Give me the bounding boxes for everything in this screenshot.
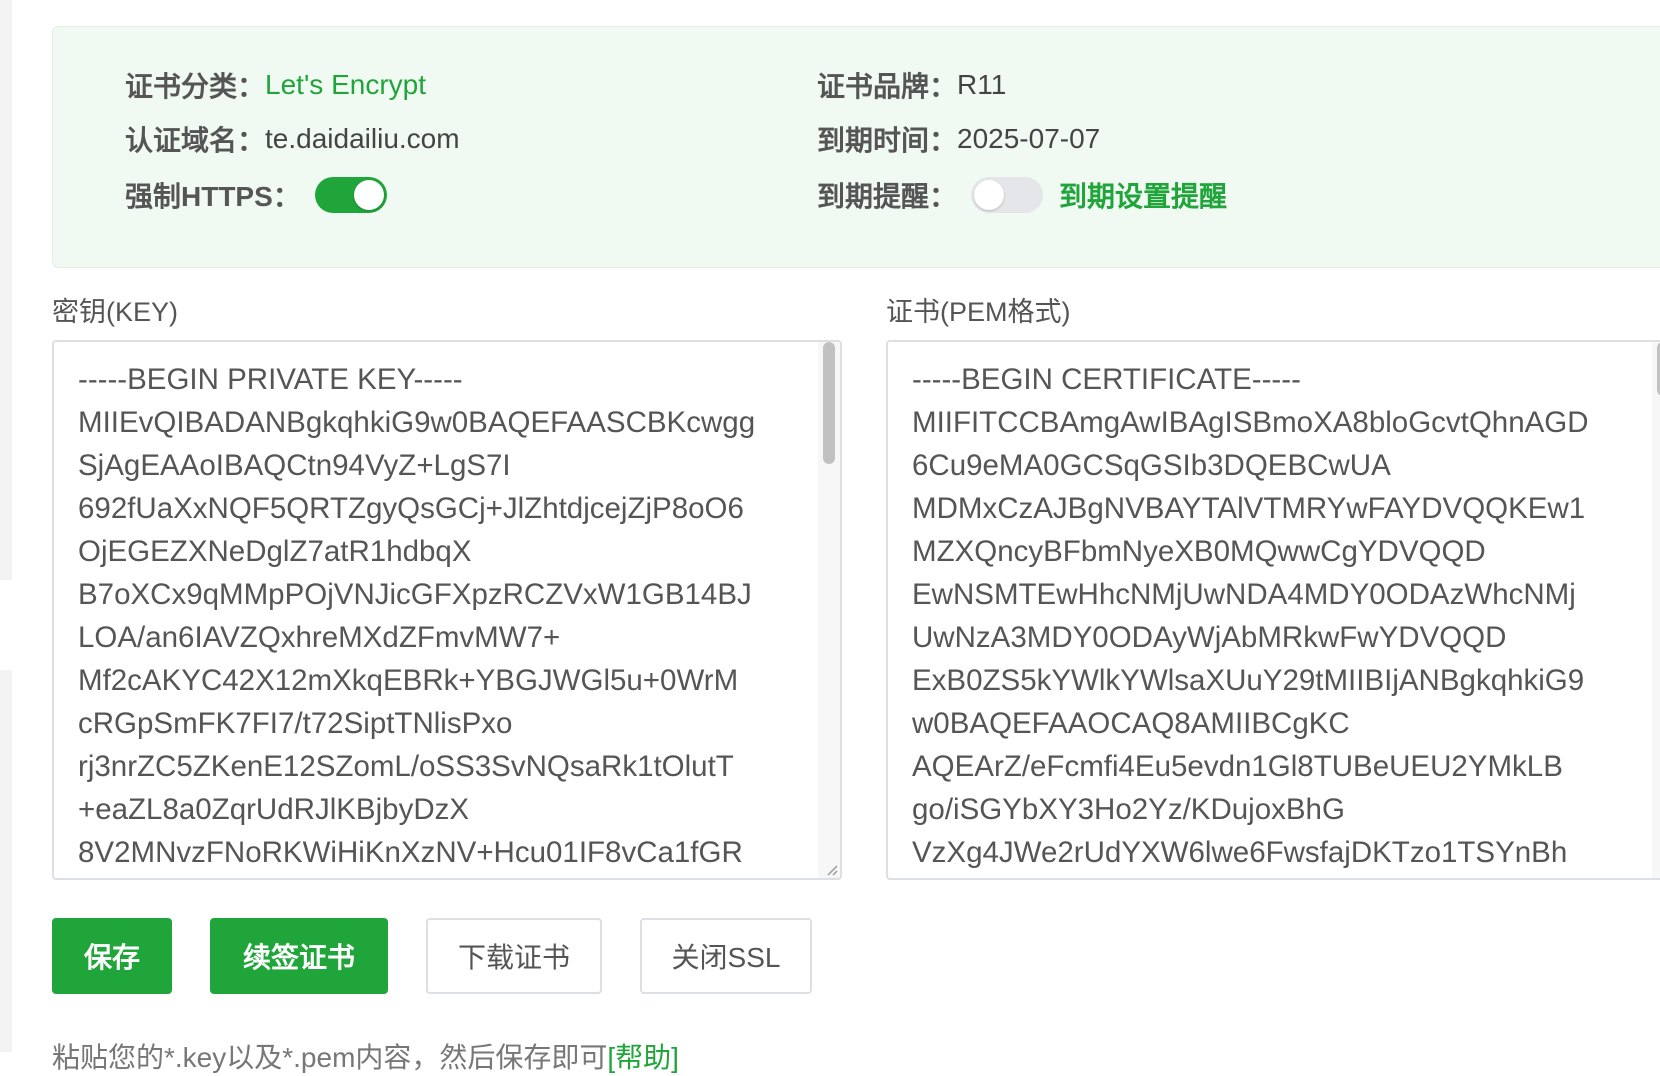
sidebar-edge-gap	[0, 580, 12, 670]
help-link[interactable]: [帮助]	[607, 1042, 679, 1073]
cert-domain-row: 认证域名： te.daidailiu.com	[125, 119, 460, 159]
sidebar-edge	[0, 0, 12, 1052]
cert-brand-value: R11	[957, 69, 1007, 100]
save-button[interactable]: 保存	[52, 918, 172, 994]
close-ssl-button[interactable]: 关闭SSL	[640, 918, 812, 994]
expire-reminder-toggle[interactable]	[971, 177, 1044, 213]
toggle-knob	[353, 180, 384, 210]
cert-brand-label: 证书品牌：	[817, 71, 958, 102]
key-field-label: 密钥(KEY)	[52, 297, 179, 327]
cert-category-label: 证书分类：	[125, 71, 266, 102]
cert-category-value: Let's Encrypt	[265, 69, 426, 100]
cert-expire-value: 2025-07-07	[957, 123, 1101, 154]
certificate-textarea[interactable]: -----BEGIN CERTIFICATE----- MIIFITCCBAmg…	[886, 340, 1660, 880]
cert-field-label: 证书(PEM格式)	[886, 297, 1071, 327]
cert-scrollbar[interactable]	[1652, 342, 1660, 878]
key-scroll-thumb[interactable]	[823, 342, 835, 464]
download-certificate-button[interactable]: 下载证书	[426, 918, 602, 994]
set-reminder-link[interactable]: 到期设置提醒	[1059, 175, 1227, 215]
cert-expire-row: 到期时间： 2025-07-07	[817, 119, 1100, 159]
toggle-knob	[974, 180, 1005, 210]
hint-message: 粘贴您的*.key以及*.pem内容，然后保存即可	[52, 1042, 608, 1073]
certificate-info-panel: 证书分类： Let's Encrypt 证书品牌： R11 认证域名： te.d…	[52, 26, 1660, 268]
force-https-row: 强制HTTPS：	[125, 175, 387, 215]
cert-brand-row: 证书品牌： R11	[817, 65, 1006, 105]
hint-text: 粘贴您的*.key以及*.pem内容，然后保存即可[帮助]	[52, 1036, 679, 1076]
force-https-label: 强制HTTPS：	[125, 181, 301, 212]
certificate-content[interactable]: -----BEGIN CERTIFICATE----- MIIFITCCBAmg…	[912, 358, 1589, 874]
resize-grip-icon[interactable]	[824, 862, 838, 876]
expire-reminder-row: 到期提醒： 到期设置提醒	[817, 175, 1227, 215]
cert-domain-value: te.daidailiu.com	[265, 123, 460, 154]
expire-reminder-label: 到期提醒：	[817, 181, 958, 212]
key-scrollbar[interactable]	[818, 342, 840, 878]
private-key-content[interactable]: -----BEGIN PRIVATE KEY----- MIIEvQIBADAN…	[78, 358, 755, 874]
renew-certificate-button[interactable]: 续签证书	[210, 918, 388, 994]
private-key-textarea[interactable]: -----BEGIN PRIVATE KEY----- MIIEvQIBADAN…	[52, 340, 842, 880]
cert-category-row: 证书分类： Let's Encrypt	[125, 65, 426, 105]
force-https-toggle[interactable]	[314, 177, 387, 213]
cert-domain-label: 认证域名：	[125, 125, 266, 156]
cert-expire-label: 到期时间：	[817, 125, 958, 156]
